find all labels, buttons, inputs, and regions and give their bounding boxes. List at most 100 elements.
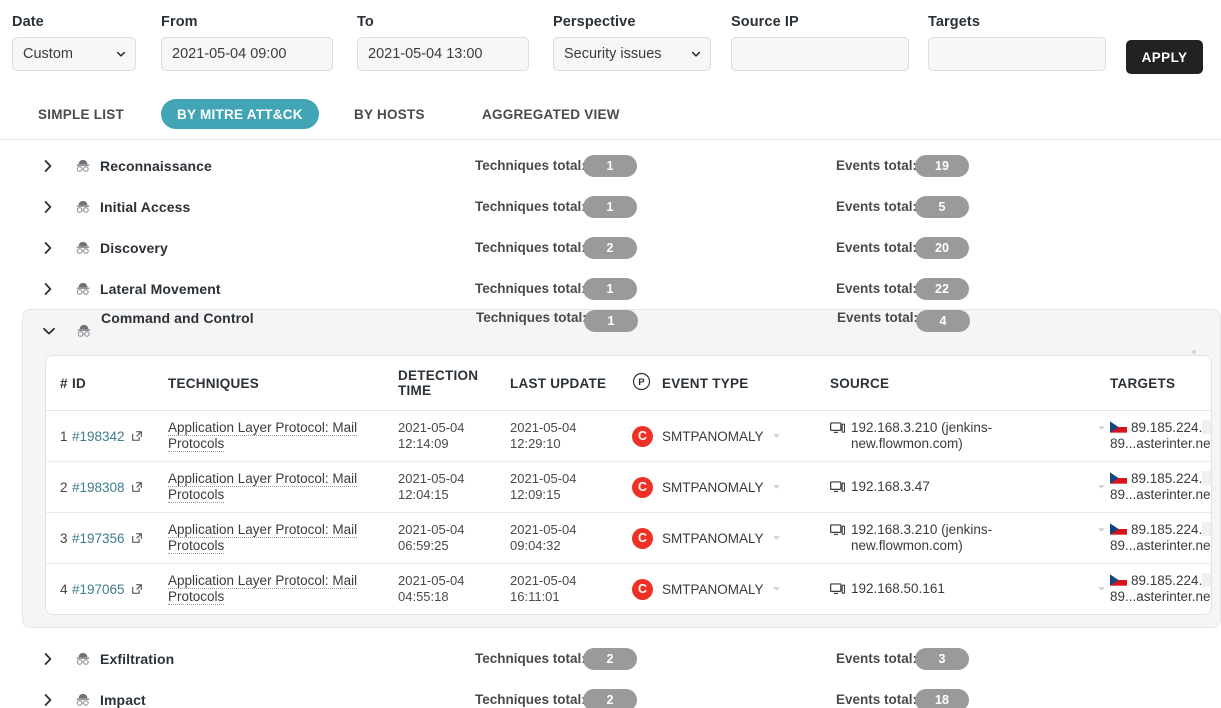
events-total-label: Events total: [836, 692, 917, 707]
events-total-badge: 18 [915, 689, 969, 708]
chevron-down-icon[interactable] [1097, 425, 1106, 431]
row-priority: C [632, 462, 662, 513]
chevron-down-icon[interactable] [772, 586, 781, 592]
col-source[interactable]: SOURCE [830, 356, 1110, 411]
technique-name[interactable]: Application Layer Protocol: Mail Protoco… [168, 522, 357, 554]
row-number: 4 [46, 564, 72, 615]
user-secret-icon [74, 280, 92, 298]
chevron-down-icon[interactable] [772, 433, 781, 439]
tactic-row-reconnaissance[interactable]: Reconnaissance Techniques total: 1 Event… [0, 145, 1221, 186]
tab-by-mitre-attack[interactable]: BY MITRE ATT&CK [161, 99, 319, 129]
col-targets[interactable]: TARGETS [1110, 356, 1212, 411]
row-source: 192.168.3.47 [830, 462, 1110, 513]
flag-cz-icon [1110, 574, 1127, 586]
chevron-down-icon[interactable] [1097, 586, 1106, 592]
source-ip-filter-label: Source IP [731, 14, 909, 30]
targets-input[interactable] [928, 37, 1106, 71]
tactic-row-discovery[interactable]: Discovery Techniques total: 2 Events tot… [0, 227, 1221, 268]
from-input[interactable]: 2021-05-04 09:00 [161, 37, 333, 71]
perspective-select[interactable]: Security issues [553, 37, 711, 71]
event-id-link[interactable]: #198308 [72, 480, 143, 495]
user-secret-icon [74, 650, 92, 668]
col-techniques[interactable]: TECHNIQUES [168, 356, 398, 411]
last-update-time: 12:29:10 [510, 436, 628, 452]
tab-aggregated-view[interactable]: AGGREGATED VIEW [466, 99, 636, 129]
col-last-update[interactable]: LAST UPDATE [510, 356, 632, 411]
table-row[interactable]: 3 #197356 [46, 513, 1212, 564]
tab-by-hosts[interactable]: BY HOSTS [338, 99, 441, 129]
technique-name[interactable]: Application Layer Protocol: Mail Protoco… [168, 471, 357, 503]
event-id-text: #197065 [72, 582, 125, 597]
technique-name[interactable]: Application Layer Protocol: Mail Protoco… [168, 573, 357, 605]
chevron-down-icon[interactable] [772, 484, 781, 490]
date-select-value: Custom [23, 46, 73, 62]
row-targets: 89.185.224.(89 89...asterinter.net) [1110, 564, 1212, 615]
row-last-update: 2021-05-04 12:29:10 [510, 411, 632, 462]
events-total-label: Events total: [836, 199, 917, 214]
row-source: 192.168.3.210 (jenkins-new.flowmon.com) [830, 513, 1110, 564]
target-ip: 89.185.224. [1131, 573, 1202, 588]
events-table-header-row: # ID TECHNIQUES DETECTION TIME LAST UPDA… [46, 356, 1212, 411]
from-input-value: 2021-05-04 09:00 [172, 46, 287, 62]
techniques-total-label: Techniques total: [475, 692, 586, 707]
source-ip-input[interactable] [731, 37, 909, 71]
mitre-attack-events-page: Date Custom From 2021-05-04 09:00 To 202… [0, 0, 1221, 708]
severity-badge-critical: C [632, 579, 653, 600]
row-last-update: 2021-05-04 16:11:01 [510, 564, 632, 615]
events-total-badge: 19 [915, 155, 969, 177]
col-event-type[interactable]: EVENT TYPE [662, 356, 830, 411]
techniques-total-label: Techniques total: [475, 199, 586, 214]
table-row[interactable]: 2 #198308 [46, 462, 1212, 513]
tactic-row-command-and-control[interactable]: Command and Control Techniques total: 1 … [23, 310, 1220, 351]
tab-simple-list[interactable]: SIMPLE LIST [22, 99, 140, 129]
event-id-link[interactable]: #197356 [72, 531, 143, 546]
techniques-total-label: Techniques total: [475, 158, 586, 173]
last-update-date: 2021-05-04 [510, 573, 628, 589]
flag-cz-icon [1110, 421, 1127, 433]
event-id-link[interactable]: #198342 [72, 429, 143, 444]
row-priority: C [632, 564, 662, 615]
event-id-link[interactable]: #197065 [72, 582, 143, 597]
col-detection-time[interactable]: DETECTION TIME [398, 356, 510, 411]
svg-text:P: P [638, 377, 645, 388]
targets-filter-label: Targets [928, 14, 1106, 30]
row-source: 192.168.50.161 [830, 564, 1110, 615]
techniques-total-badge: 2 [583, 237, 637, 259]
host-monitor-icon [830, 524, 845, 537]
apply-button[interactable]: APPLY [1126, 40, 1203, 74]
row-id-cell: #198308 [72, 462, 168, 513]
events-total-label: Events total: [836, 158, 917, 173]
tactic-name: Exfiltration [100, 651, 174, 667]
table-row[interactable]: 4 #197065 [46, 564, 1212, 615]
last-update-date: 2021-05-04 [510, 420, 628, 436]
date-select[interactable]: Custom [12, 37, 136, 71]
table-row[interactable]: 1 #198342 [46, 411, 1212, 462]
detection-date: 2021-05-04 [398, 471, 506, 487]
tactic-list: Reconnaissance Techniques total: 1 Event… [0, 145, 1221, 708]
tactic-name: Lateral Movement [100, 281, 221, 297]
events-total-badge: 5 [915, 196, 969, 218]
chevron-down-icon[interactable] [1097, 484, 1106, 490]
events-total-label: Events total: [836, 651, 917, 666]
tactic-row-lateral-movement[interactable]: Lateral Movement Techniques total: 1 Eve… [0, 268, 1221, 309]
target-ip: 89.185.224. [1131, 522, 1202, 537]
col-id[interactable]: ID [72, 356, 168, 411]
host-monitor-icon [830, 422, 845, 435]
events-table-head: # ID TECHNIQUES DETECTION TIME LAST UPDA… [46, 356, 1212, 411]
row-last-update: 2021-05-04 09:04:32 [510, 513, 632, 564]
source-text: 192.168.50.161 [851, 581, 945, 597]
filter-bar: Date Custom From 2021-05-04 09:00 To 202… [0, 0, 1221, 90]
detection-date: 2021-05-04 [398, 522, 506, 538]
row-id-cell: #197065 [72, 564, 168, 615]
tactic-row-exfiltration[interactable]: Exfiltration Techniques total: 2 Events … [0, 638, 1221, 679]
technique-name[interactable]: Application Layer Protocol: Mail Protoco… [168, 420, 357, 452]
host-monitor-icon [830, 481, 845, 494]
col-priority[interactable]: P [632, 356, 662, 411]
chevron-down-icon[interactable] [772, 535, 781, 541]
tactic-row-initial-access[interactable]: Initial Access Techniques total: 1 Event… [0, 186, 1221, 227]
chevron-down-icon[interactable] [1097, 527, 1106, 533]
col-number: # [46, 356, 72, 411]
tactic-row-impact[interactable]: Impact Techniques total: 2 Events total:… [0, 679, 1221, 708]
row-event-type: SMTPANOMALY [662, 411, 830, 462]
to-input[interactable]: 2021-05-04 13:00 [357, 37, 529, 71]
